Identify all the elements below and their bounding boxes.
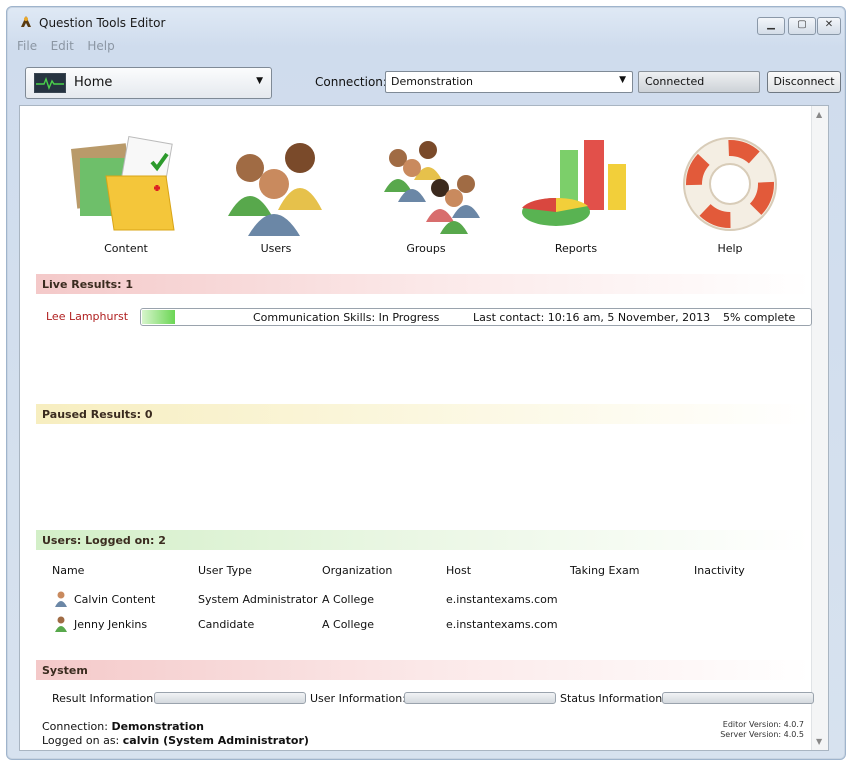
column-header-host[interactable]: Host [446, 564, 471, 577]
footer-logged-value: calvin (System Administrator) [122, 734, 309, 747]
connection-select[interactable]: Demonstration ▼ [385, 71, 633, 93]
groups-tile-label: Groups [406, 242, 446, 255]
column-header-organization[interactable]: Organization [322, 564, 392, 577]
users-heading: Users: Logged on: 2 [42, 534, 166, 547]
paused-results-section: Paused Results: 0 [36, 404, 810, 424]
footer-connection-value: Demonstration [111, 720, 204, 733]
toolbar: Home ▼ Connection: Demonstration ▼ Conne… [19, 65, 841, 101]
maximize-button[interactable]: ▢ [788, 17, 816, 35]
result-information-label: Result Information: [52, 692, 157, 705]
lifebuoy-icon [683, 137, 777, 231]
app-window: Question Tools Editor ▁ ▢ ✕ File Edit He… [6, 6, 846, 760]
minimize-button[interactable]: ▁ [757, 17, 785, 35]
status-information-label: Status Information: [560, 692, 666, 705]
result-information-bar [154, 692, 306, 704]
user-type: Candidate [198, 618, 255, 631]
result-percent-complete: 5% complete [723, 311, 796, 324]
candidate-user-icon [55, 616, 67, 632]
title-bar: Question Tools Editor ▁ ▢ ✕ [7, 7, 845, 37]
app-logo-icon [21, 16, 31, 27]
chevron-down-icon: ▼ [619, 75, 626, 85]
reports-tile[interactable]: Reports [516, 136, 636, 256]
content-tile-label: Content [104, 242, 148, 255]
users-icon [228, 143, 322, 236]
live-results-section: Live Results: 1 [36, 274, 810, 294]
user-name: Calvin Content [74, 593, 156, 606]
result-progress-bar: Communication Skills: In Progress Last c… [140, 308, 812, 326]
user-name: Jenny Jenkins [74, 618, 148, 631]
status-information-bar [662, 692, 814, 704]
close-icon: ✕ [824, 19, 834, 30]
admin-user-icon [55, 591, 67, 607]
footer-logged-label: Logged on as: [42, 734, 120, 747]
live-results-heading: Live Results: 1 [42, 278, 134, 291]
footer-connection-label: Connection: [42, 720, 108, 733]
scroll-down-icon[interactable]: ▼ [816, 737, 822, 746]
user-organization: A College [322, 593, 375, 606]
paused-results-heading: Paused Results: 0 [42, 408, 153, 421]
users-tile[interactable]: Users [216, 136, 336, 256]
users-tile-label: Users [260, 242, 292, 255]
content-folder-icon [71, 135, 175, 231]
menu-bar: File Edit Help [17, 39, 125, 55]
scroll-up-icon[interactable]: ▲ [816, 110, 822, 119]
footer-version-info: Editor Version: 4.0.7 Server Version: 4.… [720, 720, 804, 740]
home-dropdown[interactable]: Home ▼ [25, 67, 272, 99]
groups-tile[interactable]: Groups [366, 136, 486, 256]
user-host: e.instantexams.com [446, 618, 558, 631]
result-exam-status: Communication Skills: In Progress [253, 311, 440, 324]
menu-edit[interactable]: Edit [51, 39, 74, 53]
window-title: Question Tools Editor [39, 16, 166, 30]
server-version: Server Version: 4.0.5 [720, 730, 804, 739]
menu-file[interactable]: File [17, 39, 37, 53]
user-type: System Administrator [198, 593, 318, 606]
chevron-down-icon: ▼ [256, 76, 263, 86]
system-heading: System [42, 664, 88, 677]
maximize-icon: ▢ [797, 19, 807, 30]
result-last-contact: Last contact: 10:16 am, 5 November, 2013 [473, 311, 711, 324]
column-header-user-type[interactable]: User Type [198, 564, 252, 577]
result-candidate-name: Lee Lamphurst [46, 310, 129, 323]
monitor-pulse-icon [34, 73, 66, 93]
disconnect-button[interactable]: Disconnect [767, 71, 841, 93]
connection-status-text: Connected [645, 75, 705, 88]
menu-help[interactable]: Help [87, 39, 114, 53]
column-header-taking-exam[interactable]: Taking Exam [570, 564, 639, 577]
home-label: Home [74, 75, 113, 90]
result-progress-fill [142, 310, 175, 324]
help-tile-label: Help [717, 242, 743, 255]
groups-icon [384, 141, 480, 234]
content-tile[interactable]: Content [66, 135, 186, 256]
editor-version: Editor Version: 4.0.7 [722, 720, 804, 729]
close-button[interactable]: ✕ [817, 17, 841, 35]
connection-value: Demonstration [391, 75, 474, 88]
live-result-row[interactable]: Lee Lamphurst Communication Skills: In P… [40, 308, 812, 326]
footer-connection-info: Connection: Demonstration Logged on as: … [42, 720, 309, 748]
minimize-icon: ▁ [767, 19, 775, 30]
column-header-name[interactable]: Name [52, 564, 84, 577]
user-host: e.instantexams.com [446, 593, 558, 606]
main-panel: ▲ ▼ Content Users Groups Reports Help Li… [19, 105, 829, 751]
vertical-scrollbar[interactable]: ▲ ▼ [811, 106, 828, 750]
user-organization: A College [322, 618, 375, 631]
reports-chart-icon [522, 140, 626, 226]
help-tile[interactable]: Help [670, 136, 790, 256]
user-information-bar [404, 692, 556, 704]
column-header-inactivity[interactable]: Inactivity [694, 564, 745, 577]
users-section: Users: Logged on: 2 [36, 530, 810, 550]
user-information-label: User Information: [310, 692, 406, 705]
connection-label: Connection: [315, 75, 387, 89]
system-section: System [36, 660, 810, 680]
reports-tile-label: Reports [554, 242, 598, 255]
connection-status: Connected [638, 71, 760, 93]
